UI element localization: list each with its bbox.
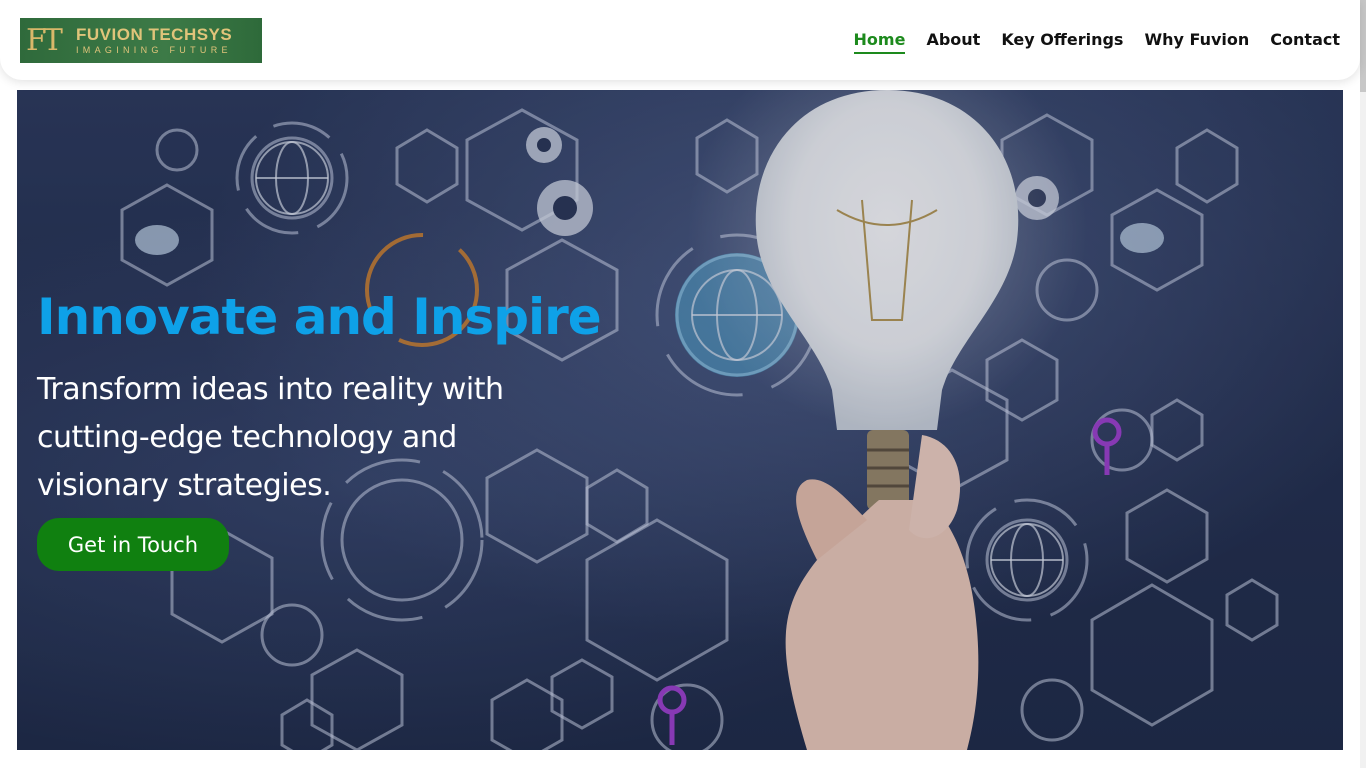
hero-section: Innovate and Inspire Transform ideas int… xyxy=(17,90,1343,750)
nav-home[interactable]: Home xyxy=(853,30,906,54)
nav-key-offerings[interactable]: Key Offerings xyxy=(1001,30,1123,54)
page-scrollbar[interactable] xyxy=(1360,0,1366,768)
brand-name: FUVION TECHSYS xyxy=(76,25,233,44)
nav-about[interactable]: About xyxy=(926,30,980,54)
nav-contact[interactable]: Contact xyxy=(1270,30,1340,54)
hero-subtitle: Transform ideas into reality with cuttin… xyxy=(37,372,504,503)
scrollbar-thumb[interactable] xyxy=(1360,0,1366,92)
site-header: FT FUVION TECHSYS IMAGINING FUTURE Home … xyxy=(0,0,1360,80)
main-nav: Home About Key Offerings Why Fuvion Cont… xyxy=(853,30,1340,54)
logo-text: FUVION TECHSYS IMAGINING FUTURE xyxy=(76,26,232,55)
brand-logo[interactable]: FT FUVION TECHSYS IMAGINING FUTURE xyxy=(20,18,262,63)
logo-mark: FT xyxy=(26,22,63,58)
brand-tagline: IMAGINING FUTURE xyxy=(76,45,232,55)
get-in-touch-button[interactable]: Get in Touch xyxy=(37,518,229,571)
nav-why-fuvion[interactable]: Why Fuvion xyxy=(1144,30,1249,54)
hero-title: Innovate and Inspire xyxy=(37,288,602,346)
